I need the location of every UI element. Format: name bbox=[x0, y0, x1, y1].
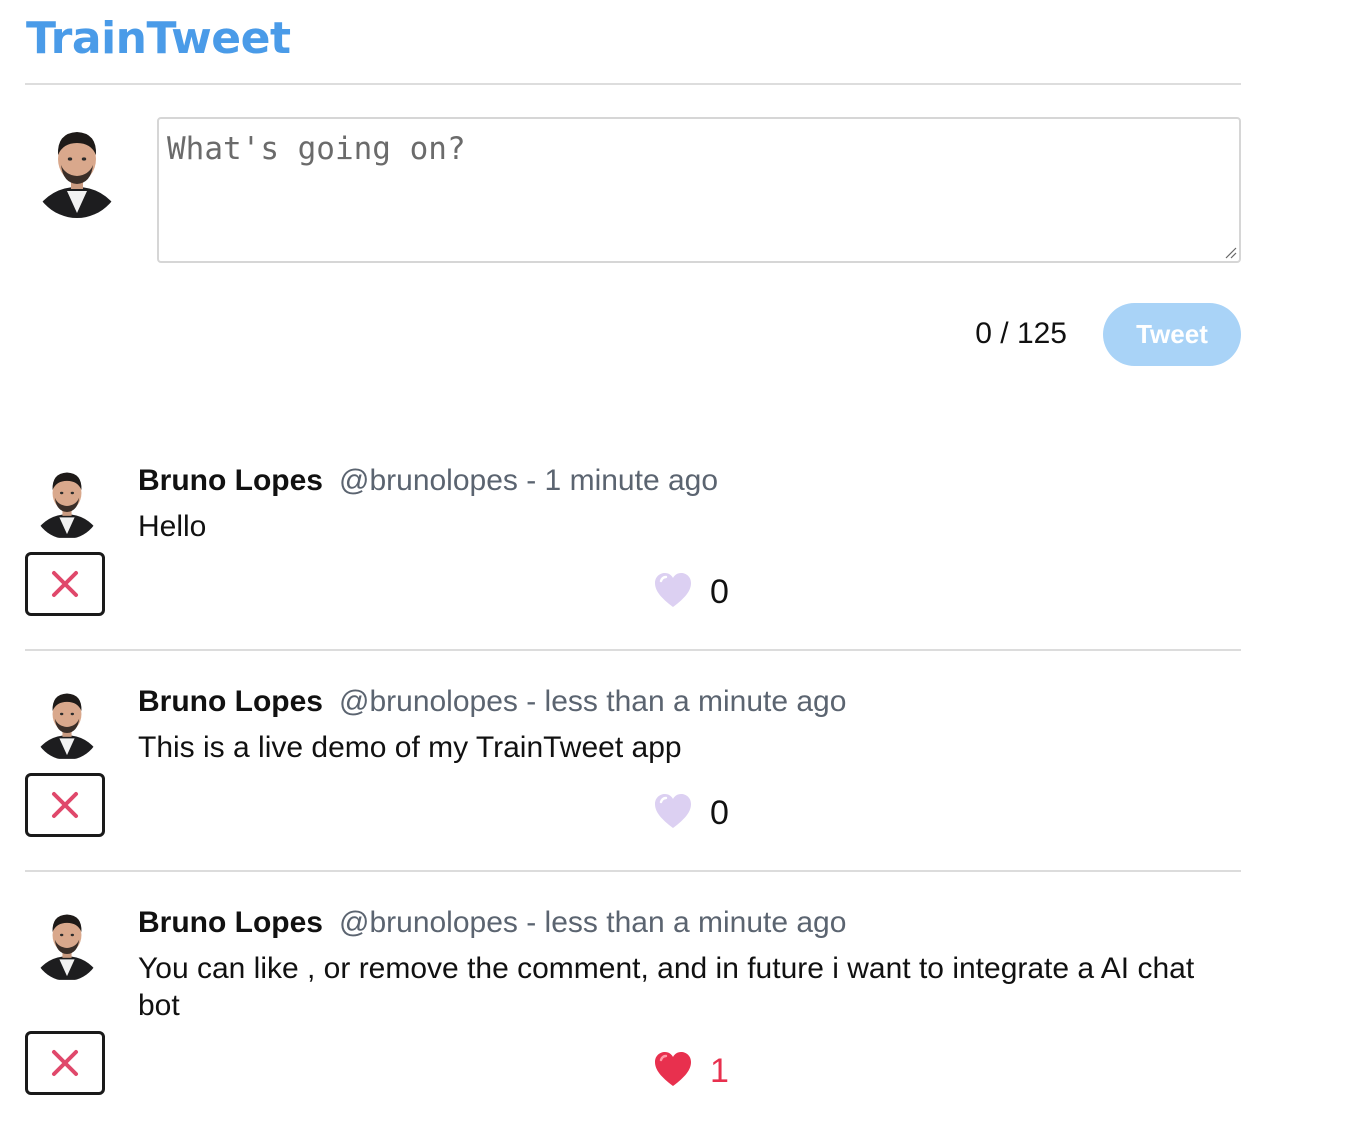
author-name: Bruno Lopes bbox=[138, 685, 323, 718]
like-count: 0 bbox=[710, 573, 729, 611]
user-avatar-image bbox=[32, 464, 102, 538]
heart-icon bbox=[655, 1052, 691, 1086]
like-button[interactable] bbox=[652, 1051, 694, 1091]
tweet-avatar bbox=[32, 463, 102, 539]
author-name: Bruno Lopes bbox=[138, 906, 323, 939]
tweet-item: Bruno Lopes @brunolopes - less than a min… bbox=[25, 684, 1241, 844]
close-icon bbox=[52, 1050, 78, 1076]
close-icon bbox=[52, 571, 78, 597]
user-avatar-image bbox=[32, 906, 102, 980]
tweet-header: Bruno Lopes @brunolopes - less than a min… bbox=[138, 684, 846, 720]
tweet-header: Bruno Lopes @brunolopes - 1 minute ago bbox=[138, 463, 718, 499]
close-icon bbox=[52, 792, 78, 818]
tweet-header: Bruno Lopes @brunolopes - less than a min… bbox=[138, 905, 846, 941]
tweet-text: This is a live demo of my TrainTweet app bbox=[138, 731, 682, 764]
traintweet-page: TrainTweet 0 / 125 Tweet bbox=[0, 0, 1347, 1147]
like-button[interactable] bbox=[652, 793, 694, 833]
heart-icon bbox=[655, 573, 691, 607]
like-group: 0 bbox=[652, 791, 729, 835]
tweet-divider bbox=[25, 870, 1241, 872]
user-avatar-image bbox=[31, 121, 123, 218]
like-button[interactable] bbox=[652, 572, 694, 612]
heart-icon bbox=[655, 794, 691, 828]
tweet-button[interactable]: Tweet bbox=[1103, 303, 1241, 366]
tweet-input[interactable] bbox=[159, 119, 1239, 261]
tweet-item: Bruno Lopes @brunolopes - 1 minute ago He… bbox=[25, 463, 1241, 623]
user-avatar-image bbox=[32, 685, 102, 759]
author-handle-time: @brunolopes - less than a minute ago bbox=[339, 685, 847, 718]
delete-button[interactable] bbox=[25, 773, 105, 837]
tweet-text: Hello bbox=[138, 510, 207, 543]
author-name: Bruno Lopes bbox=[138, 464, 323, 497]
like-count: 1 bbox=[710, 1052, 729, 1090]
like-group: 0 bbox=[652, 570, 729, 614]
tweet-text: You can like , or remove the comment, an… bbox=[138, 952, 1195, 1022]
delete-button[interactable] bbox=[25, 552, 105, 616]
resize-handle-icon[interactable] bbox=[1223, 245, 1237, 259]
author-handle-time: @brunolopes - 1 minute ago bbox=[339, 464, 719, 497]
tweet-avatar bbox=[32, 684, 102, 760]
like-group: 1 bbox=[652, 1049, 729, 1093]
tweet-avatar bbox=[32, 905, 102, 981]
tweet-divider bbox=[25, 649, 1241, 651]
composer-box bbox=[157, 117, 1241, 263]
character-counter: 0 / 125 bbox=[975, 317, 1067, 350]
like-count: 0 bbox=[710, 794, 729, 832]
app-title: TrainTweet bbox=[26, 13, 291, 64]
author-handle-time: @brunolopes - less than a minute ago bbox=[339, 906, 847, 939]
delete-button[interactable] bbox=[25, 1031, 105, 1095]
composer-avatar bbox=[31, 121, 123, 218]
tweet-item: Bruno Lopes @brunolopes - less than a min… bbox=[25, 905, 1241, 1105]
header-divider bbox=[25, 83, 1241, 85]
